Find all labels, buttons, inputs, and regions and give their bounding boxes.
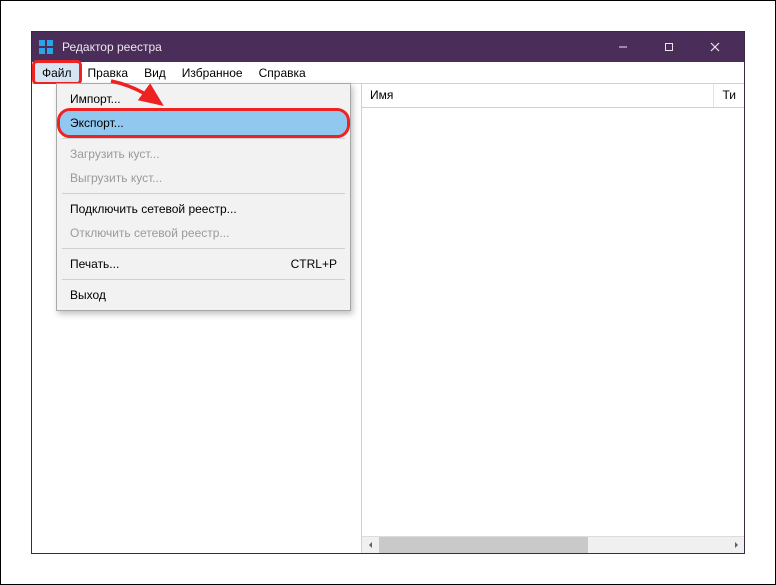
col-type[interactable]: Ти [714,84,744,107]
window-title: Редактор реестра [62,40,162,54]
menu-view-label: Вид [144,66,166,80]
menu-help[interactable]: Справка [251,62,314,83]
menu-view[interactable]: Вид [136,62,174,83]
menubar: Файл Правка Вид Избранное Справка [32,62,744,84]
menu-item-unload-hive-label: Выгрузить куст... [70,171,337,185]
menu-item-export-label: Экспорт... [70,116,337,130]
menu-item-connect-network-label: Подключить сетевой реестр... [70,202,337,216]
menu-item-print-label: Печать... [70,257,291,271]
scroll-right-icon[interactable] [727,537,744,553]
col-name[interactable]: Имя [362,84,714,107]
menu-separator [62,193,345,194]
menu-help-label: Справка [259,66,306,80]
maximize-button[interactable] [646,32,692,62]
scroll-left-icon[interactable] [362,537,379,553]
menu-favorites-label: Избранное [182,66,243,80]
menu-separator [62,279,345,280]
scroll-track[interactable] [379,537,727,553]
file-menu-dropdown: Импорт... Экспорт... Загрузить куст... В… [56,83,351,311]
menu-favorites[interactable]: Избранное [174,62,251,83]
list-pane: Имя Ти [362,84,744,553]
menu-item-exit-label: Выход [70,288,337,302]
menu-file-label: Файл [42,66,72,80]
menu-separator [62,138,345,139]
menu-item-import-label: Импорт... [70,92,337,106]
menu-item-unload-hive: Выгрузить куст... [60,166,347,190]
menu-edit-label: Правка [88,66,129,80]
titlebar[interactable]: Редактор реестра [32,32,744,62]
app-icon [38,39,54,55]
menu-item-print[interactable]: Печать... CTRL+P [60,252,347,276]
menu-item-load-hive-label: Загрузить куст... [70,147,337,161]
list-body[interactable] [362,108,744,536]
list-header: Имя Ти [362,84,744,108]
menu-file[interactable]: Файл [34,62,80,83]
scroll-thumb[interactable] [379,537,588,553]
menu-item-exit[interactable]: Выход [60,283,347,307]
menu-item-print-accel: CTRL+P [291,257,337,271]
menu-item-export[interactable]: Экспорт... [60,111,347,135]
menu-item-load-hive: Загрузить куст... [60,142,347,166]
menu-item-disconnect-network: Отключить сетевой реестр... [60,221,347,245]
menu-item-connect-network[interactable]: Подключить сетевой реестр... [60,197,347,221]
horizontal-scrollbar[interactable] [362,536,744,553]
menu-item-disconnect-network-label: Отключить сетевой реестр... [70,226,337,240]
menu-item-import[interactable]: Импорт... [60,87,347,111]
close-button[interactable] [692,32,738,62]
menu-separator [62,248,345,249]
menu-edit[interactable]: Правка [80,62,137,83]
minimize-button[interactable] [600,32,646,62]
